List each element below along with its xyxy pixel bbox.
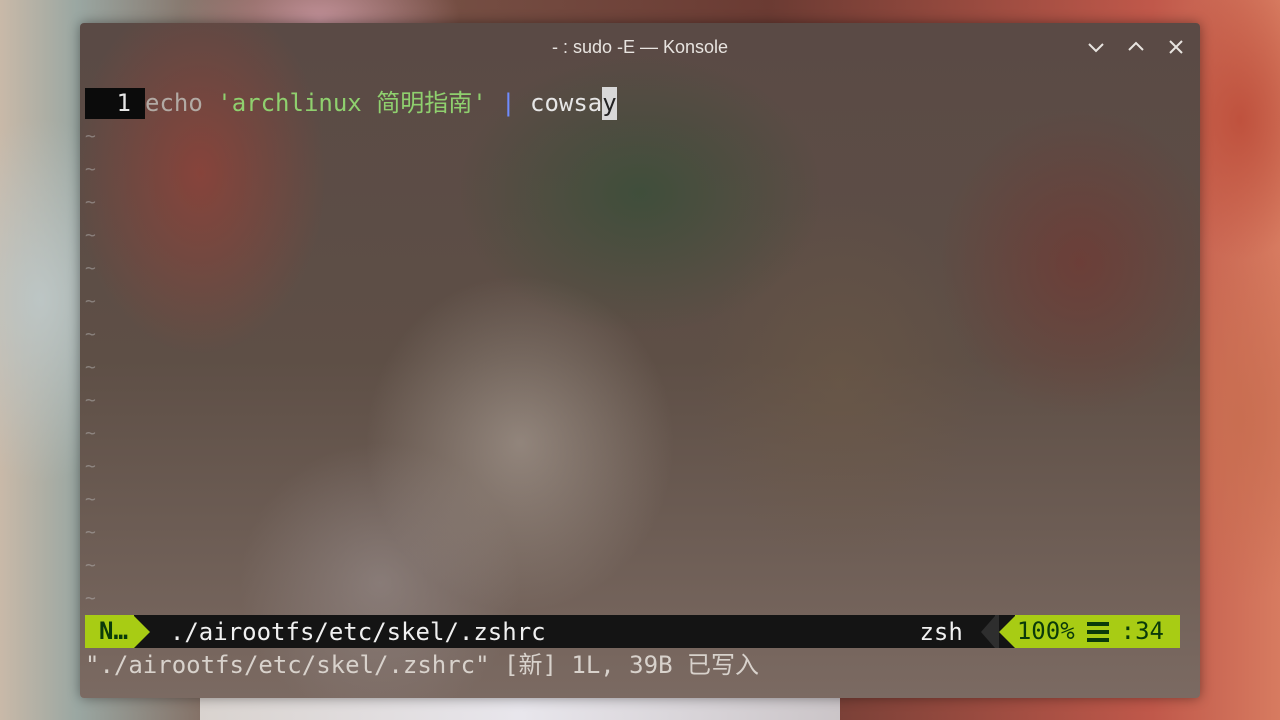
- empty-line-marker: ~: [85, 423, 96, 444]
- vim-statusline: N… ./airootfs/etc/skel/.zshrc zsh 100% :…: [85, 615, 1180, 648]
- window-title: - : sudo -E — Konsole: [551, 36, 729, 57]
- minimize-button[interactable]: [1084, 33, 1108, 61]
- window-controls: [1084, 33, 1188, 61]
- mode-separator: [133, 615, 150, 648]
- empty-line-marker: ~: [85, 588, 96, 609]
- segment-separator: [980, 615, 995, 648]
- titlebar[interactable]: - : sudo -E — Konsole: [80, 23, 1200, 71]
- empty-line-marker: ~: [85, 159, 96, 180]
- chevron-up-icon: [1128, 41, 1144, 51]
- empty-line-marker: ~: [85, 390, 96, 411]
- text-cursor: y: [602, 87, 617, 120]
- close-icon: [1169, 40, 1183, 54]
- chevron-down-icon: [1088, 43, 1104, 53]
- keyword-echo: echo: [145, 89, 203, 117]
- empty-line-marker: ~: [85, 456, 96, 477]
- command-line[interactable]: "./airootfs/etc/skel/.zshrc" [新] 1L, 39B…: [85, 649, 1185, 682]
- close-button[interactable]: [1164, 33, 1188, 61]
- pipe-operator: |: [501, 89, 516, 117]
- filetype: zsh: [919, 617, 963, 646]
- editor-buffer[interactable]: 1 echo 'archlinux 简明指南' | cowsa y ~ ~ ~ ~ …: [85, 87, 1195, 615]
- empty-line-marker: ~: [85, 324, 96, 345]
- mode-indicator: N…: [85, 615, 134, 648]
- maximize-button[interactable]: [1124, 33, 1148, 61]
- hamburger-icon: [1086, 621, 1109, 642]
- editor-line[interactable]: 1 echo 'archlinux 简明指南' | cowsa y: [85, 87, 1195, 120]
- column-number: :34: [1120, 617, 1164, 645]
- segment-separator: [998, 615, 1015, 648]
- empty-line-marker: ~: [85, 522, 96, 543]
- position-segment: 100% :34: [1014, 615, 1180, 648]
- line-number: 1: [85, 88, 145, 119]
- konsole-window: - : sudo -E — Konsole 1 echo 'archlinux 简…: [80, 23, 1200, 698]
- empty-line-marker: ~: [85, 489, 96, 510]
- empty-line-marker: ~: [85, 555, 96, 576]
- empty-line-marker: ~: [85, 192, 96, 213]
- empty-line-marker: ~: [85, 258, 96, 279]
- empty-line-marker: ~: [85, 357, 96, 378]
- command-text: cowsa: [530, 89, 603, 117]
- scroll-percent: 100%: [1016, 617, 1075, 645]
- empty-line-marker: ~: [85, 291, 96, 312]
- string-literal: 'archlinux 简明指南': [217, 89, 487, 117]
- wallpaper-detail: [200, 698, 840, 720]
- empty-line-marker: ~: [85, 126, 96, 147]
- file-path: ./airootfs/etc/skel/.zshrc: [169, 617, 546, 646]
- empty-line-marker: ~: [85, 225, 96, 246]
